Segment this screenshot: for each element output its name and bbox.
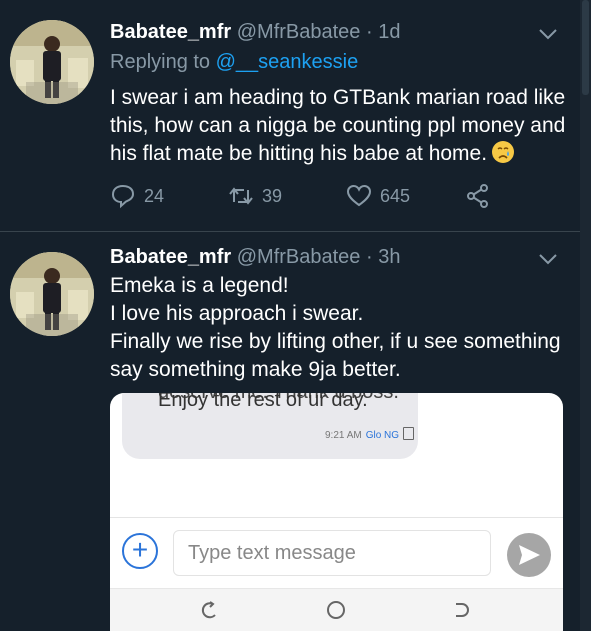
user-name[interactable]: Babatee_mfr	[110, 21, 231, 43]
share-icon	[467, 184, 488, 208]
tweet-text: I swear i am heading to GTBank marian ro…	[110, 84, 580, 168]
reply-count: 24	[144, 185, 165, 206]
tweet-line: I love his approach i swear.	[110, 302, 364, 325]
user-avatar[interactable]	[10, 252, 94, 336]
tweet-line: this, how can a nigga be counting ppl mo…	[110, 114, 566, 137]
tweet-line: I swear i am heading to GTBank marian ro…	[110, 86, 566, 109]
tweet-header: Babatee_mfr @MfrBabatee · 1d	[110, 21, 400, 44]
user-name[interactable]: Babatee_mfr	[110, 246, 231, 268]
tweet-line: say something make 9ja better.	[110, 358, 401, 381]
retweet-button[interactable]: 39	[228, 183, 282, 209]
reply-icon	[111, 184, 135, 209]
android-nav-bar	[110, 588, 563, 631]
home-icon[interactable]	[325, 599, 347, 621]
carrier-label: Glo NG	[365, 430, 400, 441]
avatar-image	[10, 20, 94, 104]
heart-icon	[346, 184, 372, 207]
replying-label: Replying to	[110, 51, 211, 73]
tweet-line: Emeka is a legend!	[110, 274, 289, 297]
chevron-down-icon[interactable]	[538, 252, 558, 266]
share-button[interactable]	[465, 183, 491, 209]
send-button[interactable]	[507, 533, 551, 577]
like-button[interactable]: 645	[346, 183, 410, 209]
retweet-icon	[229, 187, 253, 205]
tweet-line-last: his flat mate be hitting his babe at hom…	[110, 140, 580, 168]
mention-link[interactable]: @__seankessie	[216, 51, 359, 73]
like-count: 645	[380, 185, 411, 206]
user-avatar[interactable]	[10, 20, 94, 104]
message-meta: 9:21 AM Glo NG	[325, 427, 415, 441]
send-icon	[519, 545, 540, 565]
tweet-header: Babatee_mfr @MfrBabatee · 3h	[110, 246, 400, 269]
message-input[interactable]: Type text message	[173, 530, 491, 576]
reply-button[interactable]: 24	[110, 183, 164, 209]
replying-to: Replying to @__seankessie	[110, 51, 358, 74]
message-time: 9:21 AM	[325, 430, 362, 441]
scrollbar-thumb[interactable]	[582, 0, 589, 95]
add-attachment-button[interactable]: +	[122, 533, 158, 569]
scrollbar[interactable]	[580, 0, 591, 631]
tweet-time[interactable]: 3h	[378, 246, 400, 268]
user-handle[interactable]: @MfrBabatee	[237, 246, 361, 268]
retweet-count: 39	[262, 185, 283, 206]
user-handle[interactable]: @MfrBabatee	[237, 21, 361, 43]
tweet-time[interactable]: 1d	[378, 21, 400, 43]
attached-image[interactable]: deserve me. Thank u boss. Enjoy the rest…	[110, 393, 563, 631]
compose-divider	[110, 517, 563, 518]
tweet-actions: 24 39 645	[110, 183, 550, 213]
message-text: Enjoy the rest of ur day.	[158, 393, 368, 411]
recent-apps-icon[interactable]	[199, 599, 221, 621]
tweet-line: Finally we rise by lifting other, if u s…	[110, 330, 561, 353]
separator: ·	[366, 246, 373, 268]
message-bubble: deserve me. Thank u boss. Enjoy the rest…	[122, 393, 418, 459]
separator: ·	[366, 21, 373, 43]
tweet-text: Emeka is a legend! I love his approach i…	[110, 272, 580, 384]
crying-face-icon	[492, 141, 515, 163]
plus-icon: +	[131, 534, 149, 565]
avatar-image	[10, 252, 94, 336]
tweet-line: his flat mate be hitting his babe at hom…	[110, 142, 488, 165]
sim-card-icon	[403, 427, 415, 440]
chevron-down-icon[interactable]	[538, 27, 558, 41]
back-icon[interactable]	[450, 599, 472, 621]
